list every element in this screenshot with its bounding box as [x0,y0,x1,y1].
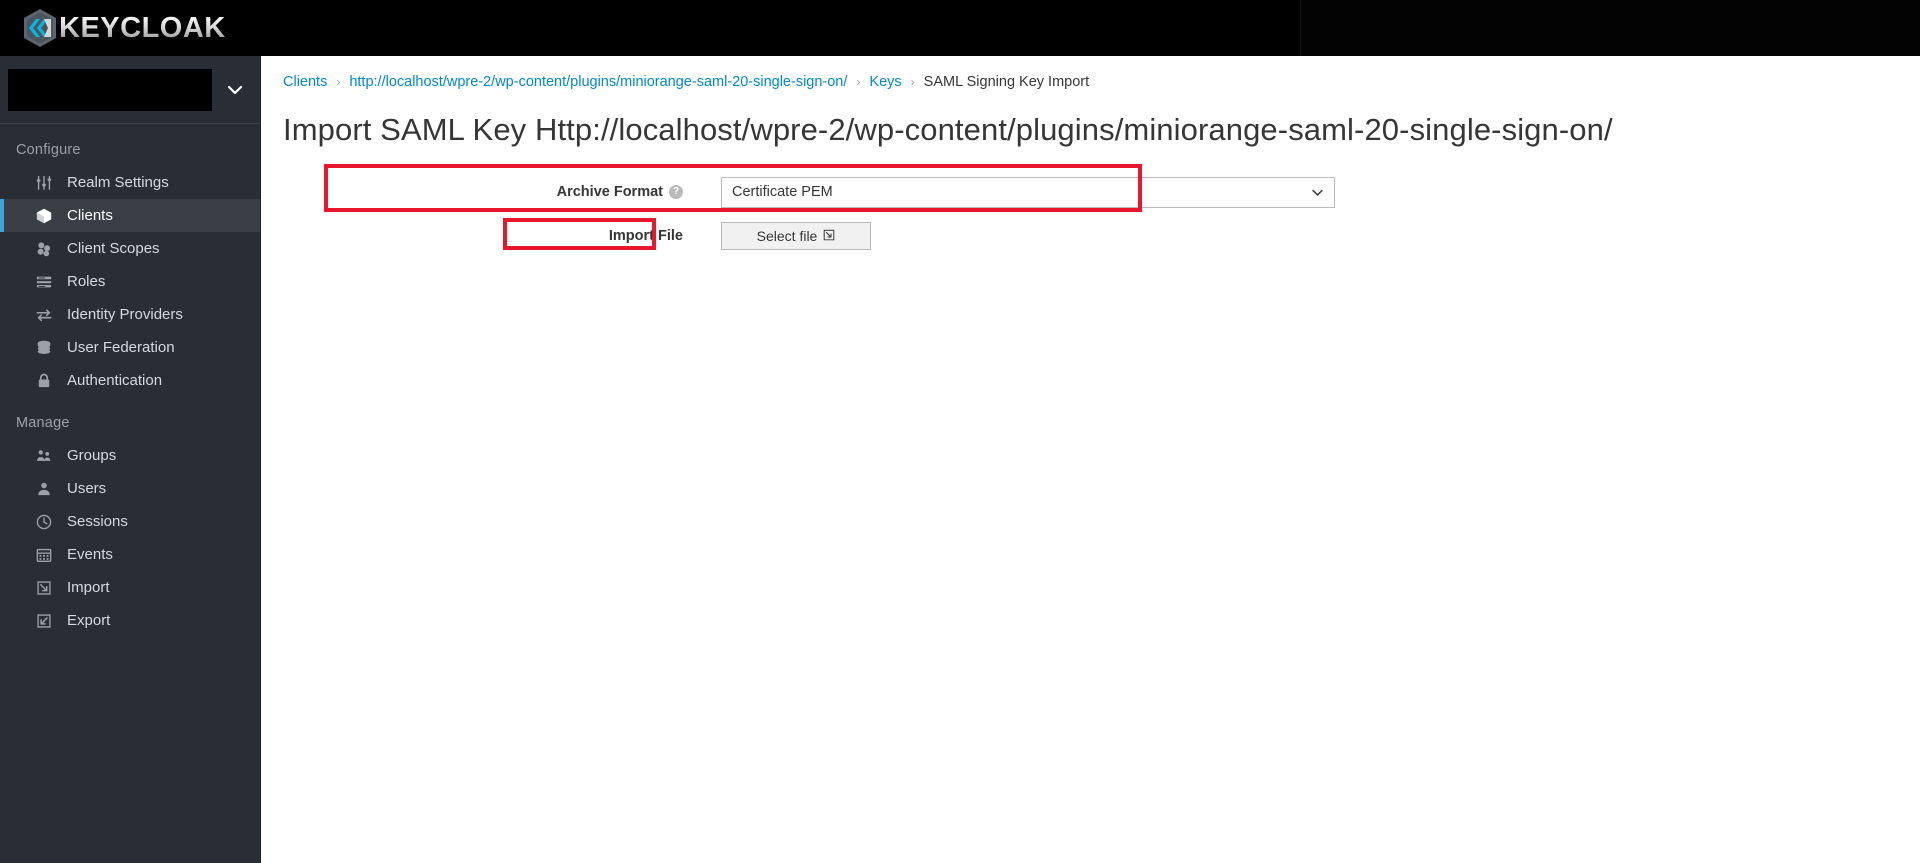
sidebar-section-configure-label: Configure [16,142,81,158]
breadcrumb-item-current: SAML Signing Key Import [923,74,1090,90]
chevron-down-icon[interactable] [1310,185,1324,199]
clock-icon [34,512,54,532]
sidebar-item-import[interactable]: Import [0,571,260,604]
sidebar-section-manage-label: Manage [16,415,70,431]
sidebar-item-label: Groups [67,447,117,464]
archive-format-label-wrap: Archive Format ? [261,184,721,200]
cube-icon [34,206,54,226]
breadcrumb-separator: › [336,75,341,89]
sidebar-item-export[interactable]: Export [0,604,260,637]
breadcrumb: Clients › http://localhost/wpre-2/wp-con… [261,56,1920,90]
import-file-label-wrap: Import File [261,228,721,244]
sidebar-item-roles[interactable]: Roles [0,265,260,298]
sidebar-item-users[interactable]: Users [0,472,260,505]
keycloak-hexagon-logo-icon [22,8,58,48]
sidebar-item-label: Roles [67,273,106,290]
sidebar-item-label: Import [67,579,110,596]
sidebar: Configure Realm Settings Clients Client … [0,56,261,863]
sidebar-item-groups[interactable]: Groups [0,439,260,472]
masthead: KEYCLOAK [0,0,1920,56]
calendar-icon [34,545,54,565]
masthead-right-panel [1300,0,1920,56]
sidebar-item-identity-providers[interactable]: Identity Providers [0,298,260,331]
sidebar-item-label: Sessions [67,513,128,530]
realm-selector-value[interactable] [8,68,212,111]
question-circle-icon[interactable]: ? [669,185,683,199]
archive-format-label: Archive Format [556,184,663,200]
sidebar-item-sessions[interactable]: Sessions [0,505,260,538]
breadcrumb-item-keys[interactable]: Keys [869,74,901,90]
sidebar-item-realm-settings[interactable]: Realm Settings [0,166,260,199]
brand-name: KEYCLOAK [59,11,226,44]
breadcrumb-item-client-url[interactable]: http://localhost/wpre-2/wp-content/plugi… [349,74,847,90]
sidebar-item-label: User Federation [67,339,175,356]
sidebar-item-label: Client Scopes [67,240,160,257]
sidebar-item-label: Events [67,546,113,563]
import-file-control: Select file [721,222,871,250]
sidebar-item-client-scopes[interactable]: Client Scopes [0,232,260,265]
import-arrow-icon [34,578,54,598]
archive-format-control: Certificate PEM [721,176,1335,208]
database-icon [34,338,54,358]
sidebar-item-events[interactable]: Events [0,538,260,571]
user-icon [34,479,54,499]
list-rows-icon [34,272,54,292]
import-file-label: Import File [608,228,683,244]
lock-icon [34,371,54,391]
sliders-icon [34,173,54,193]
select-file-button-label: Select file [756,228,818,244]
sidebar-item-label: Authentication [67,372,163,389]
blocks-icon [34,239,54,259]
export-arrow-icon [34,611,54,631]
sidebar-item-label: Clients [67,207,113,224]
sidebar-item-label: Export [67,612,111,629]
sidebar-item-authentication[interactable]: Authentication [0,364,260,397]
file-upload-icon [823,228,835,244]
realm-selector[interactable] [0,56,260,124]
import-key-form: Archive Format ? Certificate PEM Import … [261,164,1920,258]
sidebar-item-clients[interactable]: Clients [0,199,260,232]
breadcrumb-separator: › [910,75,915,89]
sidebar-item-label: Realm Settings [67,174,169,191]
brand-logo[interactable]: KEYCLOAK [22,8,226,48]
sidebar-item-label: Users [67,480,107,497]
archive-format-selected-value: Certificate PEM [732,184,833,200]
exchange-arrows-icon [34,305,54,325]
form-row-import-file: Import File Select file [261,214,1920,258]
sidebar-item-user-federation[interactable]: User Federation [0,331,260,364]
sidebar-item-label: Identity Providers [67,306,183,323]
main-content: Clients › http://localhost/wpre-2/wp-con… [261,56,1920,863]
select-file-button[interactable]: Select file [721,222,871,250]
breadcrumb-separator: › [856,75,861,89]
page-title: Import SAML Key Http://localhost/wpre-2/… [283,112,1613,147]
chevron-down-icon[interactable] [222,77,248,103]
breadcrumb-item-clients[interactable]: Clients [283,74,327,90]
form-row-archive-format: Archive Format ? Certificate PEM [261,170,1920,214]
users-group-icon [34,446,54,466]
archive-format-select[interactable]: Certificate PEM [721,176,1335,208]
